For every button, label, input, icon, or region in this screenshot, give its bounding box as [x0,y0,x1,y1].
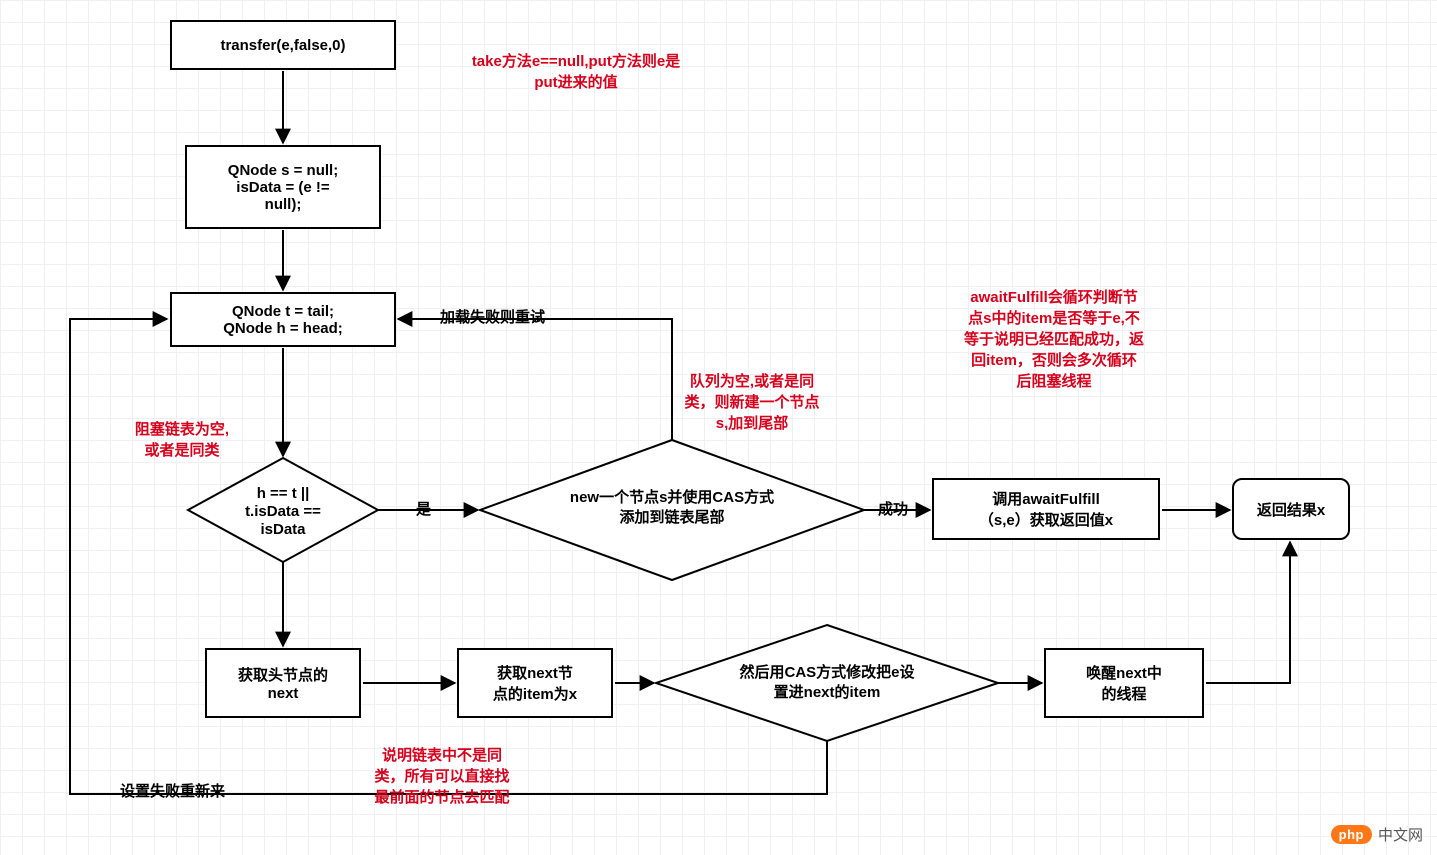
edge-new-retry [398,319,672,440]
decision-new-node [480,440,864,580]
decision-condition [188,458,378,562]
node-getitem: 获取next节 点的item为x [457,648,613,718]
decision-new-node-text-l1: new一个节点s并使用CAS方式 [570,488,774,506]
decision-cas-set [656,625,998,741]
annotation-await: awaitFulfill会循环判断节 点s中的item是否等于e,不 等于说明已… [924,286,1184,391]
decision-condition-text-l3: isData [260,521,306,538]
node-await: 调用awaitFulfill （s,e）获取返回值x [932,478,1160,540]
node-wake: 唤醒next中 的线程 [1044,648,1204,718]
node-gethead: 获取头节点的 next [205,648,361,718]
node-return: 返回结果x [1232,478,1350,540]
decision-new-node-text-l2: 添加到链表尾部 [619,508,724,526]
edge-label-success: 成功 [878,498,908,519]
annotation-queue: 队列为空,或者是同 类，则新建一个节点 s,加到尾部 [652,370,852,433]
decision-condition-text-l1: h == t || [257,485,310,502]
annotation-empty: 阻塞链表为空, 或者是同类 [112,418,252,460]
decision-cas-set-text-l1: 然后用CAS方式修改把e设 [739,663,914,681]
decision-condition-text-l2: t.isData == [245,503,321,520]
edge-label-retry-load: 加载失败则重试 [440,306,545,327]
node-loop: QNode t = tail; QNode h = head; [170,292,396,347]
node-start: transfer(e,false,0) [170,20,396,70]
annotation-explain: 说明链表中不是同 类，所有可以直接找 最前面的节点去匹配 [342,744,542,807]
edge-label-retry-set: 设置失败重新来 [120,780,225,801]
flowchart-stage: h == t || t.isData == isData new一个节点s并使用… [0,0,1437,855]
node-init: QNode s = null; isData = (e != null); [185,145,381,229]
decision-cas-set-text-l2: 置进next的item [774,683,881,701]
edge-wake-return [1206,542,1290,683]
watermark-pill: php [1331,825,1372,844]
annotation-take: take方法e==null,put方法则e是 put进来的值 [436,50,716,92]
edge-label-yes: 是 [416,498,431,519]
watermark-text: 中文网 [1378,824,1423,845]
watermark: php 中文网 [1331,824,1423,845]
